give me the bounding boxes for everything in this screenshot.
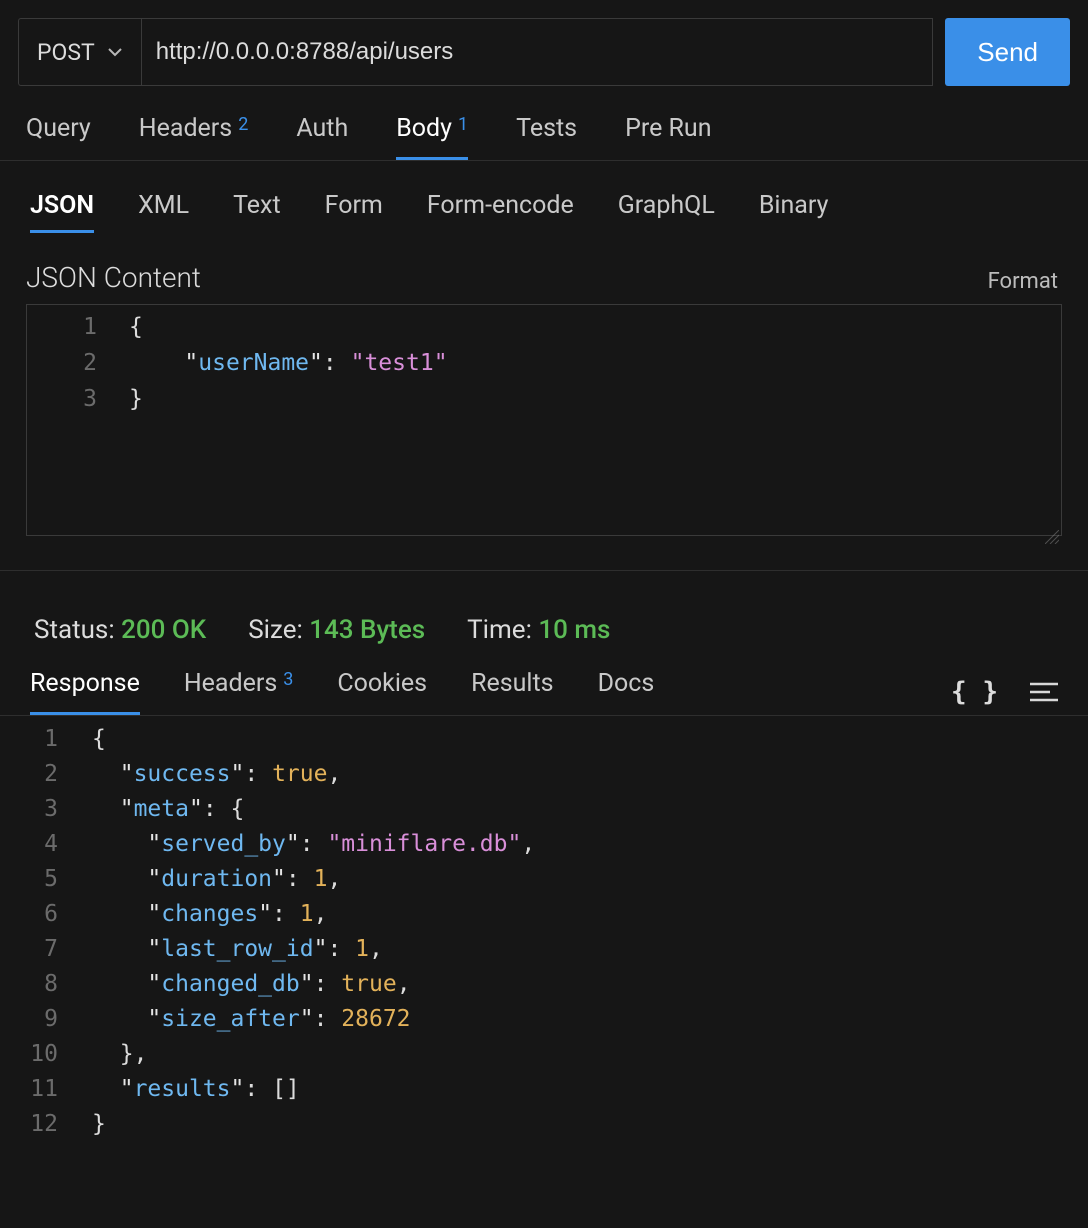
- size-value: 143 Bytes: [309, 615, 425, 645]
- status-label: Status:: [34, 615, 121, 645]
- resp-tab-cookies[interactable]: Cookies: [337, 669, 427, 715]
- wrap-lines-icon[interactable]: [1030, 680, 1058, 704]
- resp-tab-response[interactable]: Response: [30, 669, 140, 715]
- resp-tab-docs[interactable]: Docs: [598, 669, 655, 715]
- time-label: Time:: [467, 615, 538, 645]
- resp-headers-badge: 3: [283, 669, 293, 690]
- method-select[interactable]: POST: [18, 18, 141, 86]
- size-block: Size: 143 Bytes: [248, 615, 425, 645]
- resize-handle-icon[interactable]: [1045, 519, 1059, 533]
- response-tabs-row: Response Headers 3 Cookies Results Docs …: [0, 669, 1088, 716]
- tab-query[interactable]: Query: [26, 114, 91, 160]
- subtab-form-encode[interactable]: Form-encode: [427, 191, 574, 233]
- braces-icon[interactable]: { }: [951, 677, 998, 707]
- status-block: Status: 200 OK: [34, 615, 206, 645]
- headers-badge: 2: [238, 114, 248, 135]
- body-editor[interactable]: 123 { "userName": "test1"}: [26, 304, 1062, 536]
- subtab-xml[interactable]: XML: [138, 191, 189, 233]
- status-value: 200 OK: [121, 615, 206, 645]
- response-body[interactable]: 123456789101112 { "success": true, "meta…: [0, 716, 1088, 1142]
- tab-prerun[interactable]: Pre Run: [625, 114, 711, 160]
- chevron-down-icon: [107, 44, 123, 60]
- subtab-form[interactable]: Form: [325, 191, 383, 233]
- tab-tests[interactable]: Tests: [516, 114, 577, 160]
- format-button[interactable]: Format: [988, 269, 1058, 294]
- time-value: 10 ms: [538, 615, 610, 645]
- body-editor-title: JSON Content: [26, 261, 201, 294]
- body-editor-gutter: 123: [27, 309, 109, 417]
- subtab-json[interactable]: JSON: [30, 191, 94, 233]
- response-tabs: Response Headers 3 Cookies Results Docs: [30, 669, 951, 715]
- subtab-text[interactable]: Text: [233, 191, 281, 233]
- subtab-binary[interactable]: Binary: [759, 191, 829, 233]
- body-subtabs: JSON XML Text Form Form-encode GraphQL B…: [0, 161, 1088, 233]
- time-block: Time: 10 ms: [467, 615, 610, 645]
- request-bar: POST Send: [0, 0, 1088, 86]
- tab-headers[interactable]: Headers 2: [139, 114, 249, 160]
- size-label: Size:: [248, 615, 309, 645]
- body-badge: 1: [458, 114, 468, 135]
- response-actions: { }: [951, 677, 1058, 707]
- body-editor-code[interactable]: { "userName": "test1"}: [109, 309, 448, 417]
- response-code: { "success": true, "meta": { "served_by"…: [72, 722, 535, 1142]
- response-gutter: 123456789101112: [0, 722, 72, 1142]
- response-status-row: Status: 200 OK Size: 143 Bytes Time: 10 …: [0, 571, 1088, 669]
- send-button[interactable]: Send: [945, 18, 1070, 86]
- method-label: POST: [37, 39, 95, 66]
- request-tabs: Query Headers 2 Auth Body 1 Tests Pre Ru…: [0, 86, 1088, 161]
- body-editor-header: JSON Content Format: [0, 233, 1088, 304]
- resp-tab-results[interactable]: Results: [471, 669, 554, 715]
- tab-auth[interactable]: Auth: [296, 114, 348, 160]
- resp-tab-headers[interactable]: Headers 3: [184, 669, 294, 715]
- subtab-graphql[interactable]: GraphQL: [618, 191, 715, 233]
- tab-body[interactable]: Body 1: [396, 114, 468, 160]
- url-input[interactable]: [141, 18, 934, 86]
